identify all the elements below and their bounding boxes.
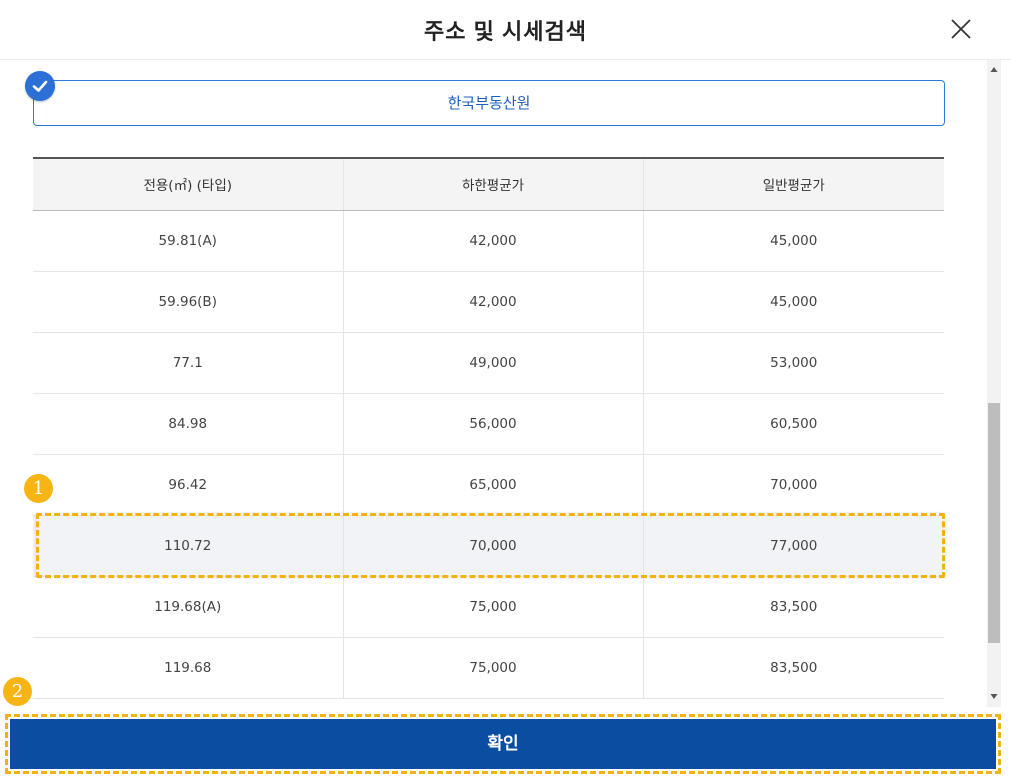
area-cell: 119.68(A) [33,576,343,638]
scrollbar-thumb[interactable] [988,403,1000,643]
table-row[interactable]: 59.81(A) 42,000 45,000 [33,210,944,272]
avg-price-cell: 45,000 [642,271,944,333]
scroll-up-arrow-icon[interactable] [987,64,1001,76]
scroll-down-arrow-icon[interactable] [987,690,1001,702]
avg-price-cell: 83,500 [642,637,944,699]
header-low-avg-price: 하한평균가 [342,157,643,211]
table-row[interactable]: 96.42 65,000 70,000 [33,454,944,516]
table-row[interactable]: 77.1 49,000 53,000 [33,332,944,394]
low-price-cell: 70,000 [342,515,643,577]
low-price-cell: 56,000 [342,393,643,455]
low-price-cell: 42,000 [342,210,643,272]
avg-price-cell: 60,500 [642,393,944,455]
vertical-scrollbar[interactable] [987,60,1001,707]
header-avg-price: 일반평균가 [642,157,944,211]
avg-price-cell: 77,000 [642,515,944,577]
area-cell: 84.98 [33,393,343,455]
area-cell: 77.1 [33,332,343,394]
avg-price-cell: 83,500 [642,576,944,638]
confirm-highlight: 확인 [5,714,1001,774]
step-badge-1: 1 [24,474,53,503]
low-price-cell: 75,000 [342,637,643,699]
area-cell: 96.42 [33,454,343,516]
avg-price-cell: 53,000 [642,332,944,394]
source-selector: 한국부동산원 [25,71,945,126]
table-row[interactable]: 119.68(A) 75,000 83,500 [33,576,944,638]
dialog-header: 주소 및 시세검색 [0,0,1011,60]
area-cell: 110.72 [33,515,343,577]
avg-price-cell: 45,000 [642,210,944,272]
header-area: 전용(㎡) (타입) [33,157,343,211]
area-cell: 59.96(B) [33,271,343,333]
low-price-cell: 42,000 [342,271,643,333]
source-button[interactable]: 한국부동산원 [33,80,945,126]
table-row-selected[interactable]: 110.72 70,000 77,000 [33,515,944,577]
price-table: 전용(㎡) (타입) 하한평균가 일반평균가 59.81(A) 42,000 4… [33,157,944,699]
low-price-cell: 49,000 [342,332,643,394]
table-row[interactable]: 84.98 56,000 60,500 [33,393,944,455]
table-header-row: 전용(㎡) (타입) 하한평균가 일반평균가 [33,157,944,211]
table-row[interactable]: 119.68 75,000 83,500 [33,637,944,699]
area-cell: 119.68 [33,637,343,699]
avg-price-cell: 70,000 [642,454,944,516]
low-price-cell: 75,000 [342,576,643,638]
close-icon[interactable] [948,16,974,42]
dialog-title: 주소 및 시세검색 [424,19,587,44]
table-row[interactable]: 59.96(B) 42,000 45,000 [33,271,944,333]
confirm-button[interactable]: 확인 [10,719,996,769]
check-icon [25,71,55,101]
step-badge-2: 2 [3,677,32,706]
low-price-cell: 65,000 [342,454,643,516]
area-cell: 59.81(A) [33,210,343,272]
